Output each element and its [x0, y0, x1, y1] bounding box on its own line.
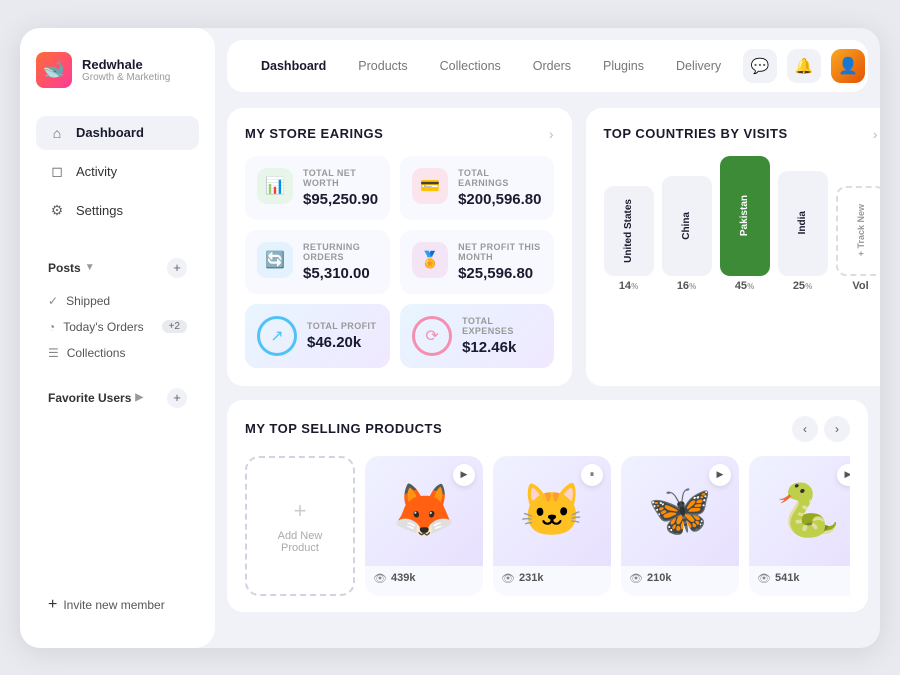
returning-icon: 🔄 — [257, 242, 293, 278]
posts-section: Posts ▼ + ✓ Shipped ◔ Today's Orders +2 … — [36, 252, 199, 366]
activity-icon: ◻ — [48, 163, 66, 180]
content-area: MY STORE EARINGS › 📊 TOTAL NET WORTH $95… — [215, 92, 880, 648]
product-card-2: ⏸ 🐱 👁 231k — [493, 456, 611, 596]
country-pk: Pakistan 45% — [720, 156, 770, 292]
sidebar-item-label: Settings — [76, 203, 123, 218]
sidebar-item-settings[interactable]: ⚙ Settings — [36, 193, 199, 228]
product-card-3: ▶ 🦋 👁 210k — [621, 456, 739, 596]
app-subtitle: Growth & Marketing — [82, 72, 170, 83]
play-button-3[interactable]: ▶ — [709, 464, 731, 486]
views-icon-4: 👁 — [757, 572, 771, 585]
country-cn: China 16% — [662, 176, 712, 292]
topnav: Dashboard Products Collections Orders Pl… — [227, 40, 868, 92]
add-product-icon: + — [294, 498, 307, 524]
metric-net-worth: 📊 TOTAL NET WORTH $95,250.90 — [245, 156, 390, 220]
clock-icon: ◔ — [48, 320, 55, 334]
earnings-nav-icon[interactable]: › — [549, 126, 554, 142]
country-us: United States 14% — [604, 186, 654, 292]
app-name: Redwhale — [82, 57, 170, 72]
views-icon-2: 👁 — [501, 572, 515, 585]
topnav-orders[interactable]: Orders — [519, 53, 585, 79]
plus-icon: + — [48, 596, 57, 614]
invite-member-button[interactable]: + Invite new member — [48, 596, 187, 614]
sidebar-footer: + Invite new member — [36, 586, 199, 624]
products-next-button[interactable]: › — [824, 416, 850, 442]
earnings-icon: 💳 — [412, 168, 448, 204]
sidebar-item-dashboard[interactable]: ⌂ Dashboard — [36, 116, 199, 150]
views-icon-1: 👁 — [373, 572, 387, 585]
add-user-button[interactable]: + — [167, 388, 187, 408]
views-icon-3: 👁 — [629, 572, 643, 585]
topnav-collections[interactable]: Collections — [426, 53, 515, 79]
sidebar-item-collections[interactable]: ☰ Collections — [36, 340, 199, 366]
country-bars: United States 14% China 16% — [604, 156, 878, 292]
logo: 🐋 Redwhale Growth & Marketing — [36, 52, 199, 88]
country-in: India 25% — [778, 171, 828, 292]
earnings-title: MY STORE EARINGS — [245, 126, 383, 141]
topnav-dashboard[interactable]: Dashboard — [247, 53, 340, 79]
metric-returning-orders: 🔄 RETURNING ORDERS $5,310.00 — [245, 230, 390, 294]
sidebar-item-label: Activity — [76, 164, 117, 179]
earnings-card: MY STORE EARINGS › 📊 TOTAL NET WORTH $95… — [227, 108, 572, 386]
countries-card: TOP COUNTRIES BY VISITS › United States … — [586, 108, 881, 386]
product-card-1: ▶ 🦊 👁 439k — [365, 456, 483, 596]
countries-nav-icon[interactable]: › — [873, 126, 878, 142]
metric-total-expenses: ⟳ TOTAL EXPENSES $12.46k — [400, 304, 553, 368]
play-button-4[interactable]: ▶ — [837, 464, 850, 486]
product-card-4: ▶ 🐍 👁 541k — [749, 456, 850, 596]
chat-button[interactable]: 💬 — [743, 49, 777, 83]
gear-icon: ⚙ — [48, 202, 66, 219]
products-grid: + Add NewProduct ▶ 🦊 👁 439k — [245, 456, 850, 596]
metric-total-profit: ↗ TOTAL PROFIT $46.20k — [245, 304, 390, 368]
products-section: MY TOP SELLING PRODUCTS ‹ › + Add NewPro… — [227, 400, 868, 612]
add-post-button[interactable]: + — [167, 258, 187, 278]
posts-section-title: Posts ▼ — [48, 261, 95, 275]
sidebar: 🐋 Redwhale Growth & Marketing ⌂ Dashboar… — [20, 28, 215, 648]
net-worth-icon: 📊 — [257, 168, 293, 204]
top-row: MY STORE EARINGS › 📊 TOTAL NET WORTH $95… — [227, 108, 868, 386]
product-views-3: 210k — [647, 572, 671, 584]
play-button-2[interactable]: ⏸ — [581, 464, 603, 486]
metric-total-earnings: 💳 TOTAL EARNINGS $200,596.80 — [400, 156, 553, 220]
favorite-users-section: Favorite Users ▶ + — [36, 382, 199, 418]
profit-icon: 🏅 — [412, 242, 448, 278]
sidebar-item-todays-orders[interactable]: ◔ Today's Orders +2 — [36, 314, 199, 340]
check-icon: ✓ — [48, 294, 58, 308]
topnav-delivery[interactable]: Delivery — [662, 53, 735, 79]
chevron-icon: ▼ — [85, 262, 95, 273]
topnav-plugins[interactable]: Plugins — [589, 53, 658, 79]
notification-button[interactable]: 🔔 — [787, 49, 821, 83]
expenses-icon: ⟳ — [412, 316, 452, 356]
topnav-products[interactable]: Products — [344, 53, 421, 79]
sidebar-item-shipped[interactable]: ✓ Shipped — [36, 288, 199, 314]
products-title: MY TOP SELLING PRODUCTS — [245, 421, 442, 436]
orders-badge: +2 — [162, 320, 187, 333]
product-views-4: 541k — [775, 572, 799, 584]
avatar-button[interactable]: 👤 — [831, 49, 865, 83]
country-add[interactable]: + Track New Vol — [836, 186, 881, 292]
add-product-card[interactable]: + Add NewProduct — [245, 456, 355, 596]
sidebar-nav: ⌂ Dashboard ◻ Activity ⚙ Settings — [36, 116, 199, 232]
sidebar-item-activity[interactable]: ◻ Activity — [36, 154, 199, 189]
main-content: Dashboard Products Collections Orders Pl… — [215, 28, 880, 648]
products-prev-button[interactable]: ‹ — [792, 416, 818, 442]
total-profit-icon: ↗ — [257, 316, 297, 356]
favorite-users-title: Favorite Users ▶ — [48, 391, 143, 405]
product-views-1: 439k — [391, 572, 415, 584]
sidebar-item-label: Dashboard — [76, 125, 144, 140]
metrics-grid: 📊 TOTAL NET WORTH $95,250.90 💳 TOTAL EAR… — [245, 156, 554, 368]
add-product-label: Add NewProduct — [278, 530, 323, 554]
home-icon: ⌂ — [48, 125, 66, 141]
countries-title: TOP COUNTRIES BY VISITS — [604, 126, 788, 141]
collection-icon: ☰ — [48, 346, 59, 360]
chevron-right-icon: ▶ — [135, 392, 143, 403]
logo-icon: 🐋 — [36, 52, 72, 88]
metric-net-profit: 🏅 NET PROFIT THIS MONTH $25,596.80 — [400, 230, 553, 294]
play-button-1[interactable]: ▶ — [453, 464, 475, 486]
product-views-2: 231k — [519, 572, 543, 584]
